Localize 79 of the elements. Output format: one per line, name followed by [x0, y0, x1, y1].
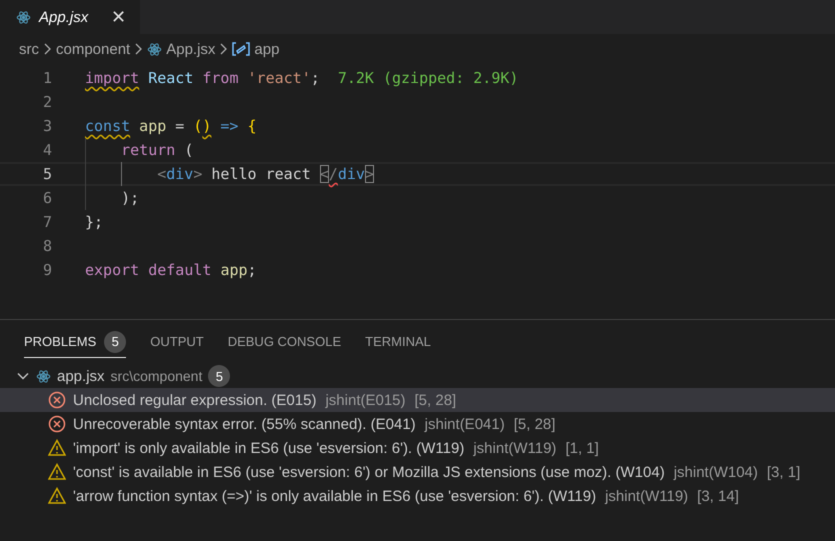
line-number: 4	[42, 141, 53, 159]
line-number: 7	[42, 213, 53, 231]
problem-message: 'import' is only available in ES6 (use 'esversion: 6'). (W119)	[73, 440, 464, 456]
code-token: React	[148, 69, 194, 87]
problem-position: [1, 1]	[565, 440, 599, 456]
code-token: )	[202, 117, 212, 135]
code-token: ;	[248, 261, 257, 279]
code-token: <	[157, 165, 166, 183]
code-token: div	[166, 165, 194, 183]
breadcrumb-item[interactable]: src	[19, 40, 39, 58]
panel-tab[interactable]: DEBUG CONSOLE	[228, 326, 342, 358]
code-token: ;	[310, 69, 320, 87]
code-token: app	[220, 261, 248, 279]
atom-icon	[16, 10, 31, 24]
editor-tab[interactable]: App.jsx ✕	[0, 0, 140, 34]
panel-tab[interactable]: OUTPUT	[150, 326, 204, 358]
breadcrumb-item[interactable]: component	[56, 40, 130, 58]
problem-row[interactable]: 'arrow function syntax (=>)' is only available in ES6 (use 'esversion: 6'). (W119) jshint(W119) [3, 14]	[0, 484, 835, 508]
chevron-right-icon	[43, 43, 52, 55]
problem-source: jshint(W119)	[605, 488, 688, 504]
code-token: default	[148, 261, 212, 279]
count-badge: 5	[208, 365, 230, 387]
line-number: 6	[42, 189, 53, 207]
code-token: };	[85, 213, 104, 231]
line-number: 9	[42, 261, 53, 279]
problem-source: jshint(E041)	[424, 416, 505, 432]
code-token: div	[338, 165, 365, 183]
code-token: =>	[220, 117, 238, 135]
code-token: const	[85, 117, 130, 135]
code-token: 'react'	[248, 69, 311, 87]
problem-message: Unclosed regular expression. (E015)	[73, 392, 316, 408]
problem-position: [5, 28]	[514, 416, 556, 432]
problem-position: [3, 1]	[766, 464, 800, 480]
file-name: app.jsx	[57, 368, 105, 384]
code-token: app	[139, 117, 166, 135]
variable-symbol-icon	[232, 42, 250, 56]
code-token: return	[121, 141, 176, 159]
problem-position: [3, 14]	[697, 488, 739, 504]
code-token: {	[247, 117, 257, 135]
panel-tab[interactable]: TERMINAL	[365, 326, 431, 358]
problem-source: jshint(W104)	[674, 464, 758, 480]
file-path: src\component	[110, 368, 202, 384]
code-token: hello react	[211, 165, 311, 183]
problem-position: [5, 28]	[414, 392, 456, 408]
count-badge: 5	[104, 330, 126, 352]
chevron-right-icon	[134, 43, 144, 55]
breadcrumb-item[interactable]: App.jsx	[166, 40, 216, 58]
line-number: 3	[42, 117, 53, 135]
code-token: (	[193, 117, 202, 135]
problem-message: 'arrow function syntax (=>)' is only available in ES6 (use 'esversion: 6'). (W119)	[73, 488, 596, 504]
close-button[interactable]: ✕	[111, 6, 126, 28]
atom-icon	[147, 42, 162, 56]
code-token: =	[175, 117, 184, 135]
problem-row[interactable]: 'import' is only available in ES6 (use 'esversion: 6'). (W119) jshint(W119) [1, 1]	[0, 436, 835, 460]
problem-row[interactable]: 'const' is available in ES6 (use 'esversion: 6') or Mozilla JS extensions (use moz). (W104) jshint(W104) [3, 1]	[0, 460, 835, 484]
code-token: >	[193, 165, 202, 183]
breadcrumb-item[interactable]: app	[254, 40, 280, 58]
panel-tab[interactable]: PROBLEMS 5	[24, 326, 126, 358]
problem-source: jshint(W119)	[473, 440, 556, 456]
problem-row[interactable]: Unrecoverable syntax error. (55% scanned). (E041) jshint(E041) [5, 28]	[0, 412, 835, 436]
line-number: 2	[42, 93, 53, 111]
code-token: import	[85, 69, 140, 87]
code-token: <	[320, 165, 329, 183]
problem-source: jshint(E015)	[325, 392, 406, 408]
chevron-right-icon	[219, 43, 228, 55]
code-token: /	[328, 165, 338, 183]
import-size-hint: 7.2K (gzipped: 2.9K)	[338, 69, 518, 87]
line-number: 5	[42, 165, 53, 183]
code-token: export	[85, 261, 140, 279]
tab-label: App.jsx	[39, 8, 90, 26]
line-number: 8	[42, 237, 53, 255]
code-token: );	[121, 189, 140, 207]
atom-icon	[36, 368, 51, 384]
code-token: (	[184, 141, 194, 159]
line-number: 1	[42, 69, 53, 87]
problem-row[interactable]: Unclosed regular expression. (E015) jshint(E015) [5, 28]	[0, 388, 835, 412]
problem-message: 'const' is available in ES6 (use 'esversion: 6') or Mozilla JS extensions (use moz). (W104)	[73, 464, 665, 480]
problem-message: Unrecoverable syntax error. (55% scanned). (E041)	[73, 416, 416, 432]
code-token: from	[202, 69, 238, 87]
